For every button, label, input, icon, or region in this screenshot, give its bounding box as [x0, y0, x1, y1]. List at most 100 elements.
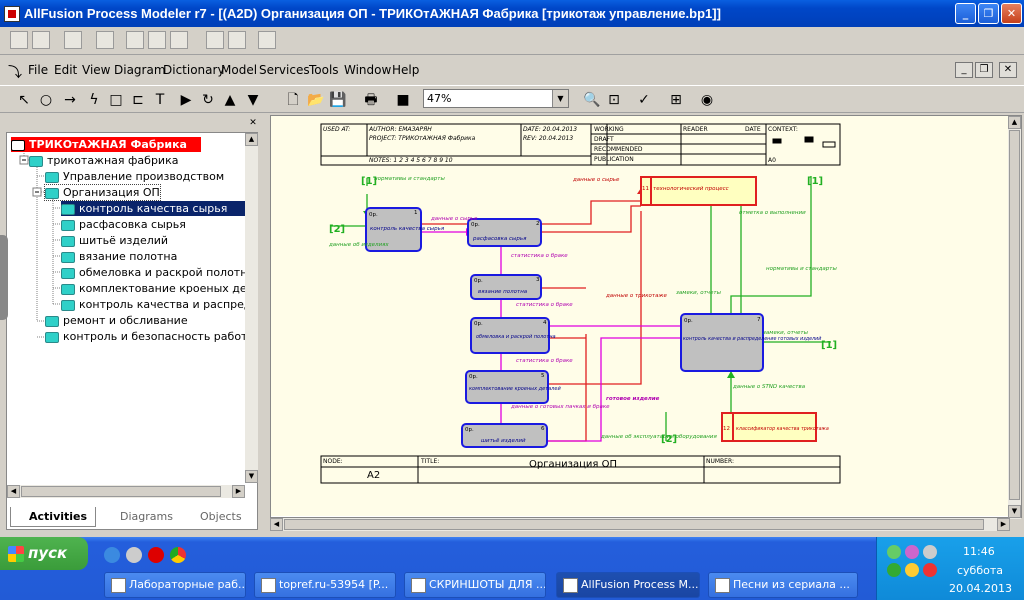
clock-time[interactable]: 11:46 [963, 545, 995, 558]
splitter-handle[interactable] [0, 235, 8, 320]
desktop-icon[interactable] [126, 547, 142, 563]
activity-box[interactable]: 0р. комплектование кроеных деталей 5 [465, 370, 561, 404]
tree-item-selected[interactable]: контроль качества сырья [61, 201, 245, 216]
menu-dictionary[interactable]: Dictionary [163, 63, 225, 77]
reference-box[interactable]: 12 классификатор качества трикотажа [721, 412, 829, 442]
text-icon[interactable]: T [150, 90, 170, 110]
taskbar-item[interactable]: topref.ru-53954 [P... [254, 572, 396, 598]
zoom-fit-icon[interactable]: ⊡ [604, 90, 624, 110]
close-panel-icon[interactable]: ✕ [248, 118, 258, 128]
scroll-down-icon[interactable]: ▼ [1008, 505, 1021, 518]
tray-icon[interactable] [905, 563, 919, 577]
pointer-icon[interactable]: ↖ [14, 90, 34, 110]
rotate-icon[interactable]: ↻ [198, 90, 218, 110]
mdi-restore-button[interactable]: ❐ [975, 62, 993, 78]
go-down-icon[interactable]: ▼ [243, 90, 263, 110]
doc-icon[interactable]: ⤵ [8, 62, 22, 82]
squiggle-icon[interactable]: ϟ [84, 90, 104, 110]
opera-icon[interactable] [148, 547, 164, 563]
settings-icon[interactable] [228, 31, 246, 49]
close-button[interactable]: ✕ [1001, 3, 1022, 24]
menu-diagram[interactable]: Diagram [114, 63, 166, 77]
tab-activities[interactable]: Activities [10, 507, 96, 527]
scroll-left-icon[interactable]: ◀ [270, 518, 283, 531]
taskbar-item-active[interactable]: AllFusion Process M... [556, 572, 700, 598]
taskbar-item[interactable]: Песни из сериала ... [708, 572, 858, 598]
tree-root[interactable]: ТРИКОтАЖНАЯ Фабрика [11, 137, 201, 152]
activity-box[interactable]: 0р. обмеловка и раскрой полотна 4 [470, 317, 556, 354]
model-icon[interactable] [10, 31, 28, 49]
tree-item[interactable]: расфасовка сырья [61, 217, 186, 232]
menu-services[interactable]: Services [259, 63, 310, 77]
tree-item[interactable]: ремонт и обсливание [45, 313, 188, 328]
color-icon[interactable]: ■ [393, 90, 413, 110]
menu-help[interactable]: Help [392, 63, 419, 77]
model-icon[interactable] [170, 31, 188, 49]
diagram-canvas[interactable]: USED AT: AUTHOR: ЕМАЗАРЯН PROJECT: ТРИКО… [271, 116, 1009, 516]
arrow-icon[interactable]: → [60, 90, 80, 110]
mdi-close-button[interactable]: ✕ [999, 62, 1017, 78]
menu-tools[interactable]: Tools [309, 63, 339, 77]
scroll-up-icon[interactable]: ▲ [245, 133, 258, 146]
ie-icon[interactable] [104, 547, 120, 563]
canvas-vertical-scrollbar[interactable]: ▲ ▼ [1008, 116, 1021, 519]
ellipse-icon[interactable]: ○ [36, 90, 56, 110]
tree-item[interactable]: Организация ОП [44, 184, 161, 201]
scroll-thumb[interactable] [21, 486, 221, 497]
off-page-icon[interactable]: ⊏ [128, 90, 148, 110]
scroll-up-icon[interactable]: ▲ [1008, 116, 1021, 129]
mdi-minimize-button[interactable]: _ [955, 62, 973, 78]
model-icon[interactable] [126, 31, 144, 49]
chevron-down-icon[interactable]: ▼ [552, 90, 568, 107]
model-icon[interactable] [96, 31, 114, 49]
spelling-icon[interactable]: ✓ [634, 90, 654, 110]
tree-item[interactable]: Управление производством [45, 169, 224, 184]
tree-item[interactable]: контроль качества и распреде [61, 297, 245, 312]
tree-icon[interactable]: ⊞ [666, 90, 686, 110]
taskbar-item[interactable]: СКРИНШОТЫ ДЛЯ ... [404, 572, 546, 598]
scroll-thumb[interactable] [1009, 130, 1020, 500]
lock-icon[interactable] [64, 31, 82, 49]
print-icon[interactable]: 🖶 [361, 90, 381, 110]
menu-window[interactable]: Window [344, 63, 391, 77]
model-icon[interactable] [206, 31, 224, 49]
tray-icon[interactable] [905, 545, 919, 559]
scroll-down-icon[interactable]: ▼ [245, 470, 258, 483]
taskbar-item[interactable]: Лабораторные раб... [104, 572, 246, 598]
go-up-icon[interactable]: ▲ [220, 90, 240, 110]
menu-view[interactable]: View [82, 63, 110, 77]
globe-icon[interactable]: ◉ [697, 90, 717, 110]
reference-box[interactable]: 11 технологический процесс [640, 176, 757, 206]
menu-file[interactable]: File [28, 63, 48, 77]
tray-icon[interactable] [923, 563, 937, 577]
tree-item[interactable]: контроль и безопасность работ [45, 329, 245, 344]
tray-icon[interactable] [887, 563, 901, 577]
scroll-right-icon[interactable]: ▶ [997, 518, 1010, 531]
open-icon[interactable]: 📂 [306, 90, 326, 110]
zoom-icon[interactable]: 🔍 [582, 90, 602, 110]
tree-item[interactable]: шитьё изделий [61, 233, 168, 248]
tree-item[interactable]: вязание полотна [61, 249, 177, 264]
new-icon[interactable]: 🗋 [283, 90, 303, 110]
go-child-icon[interactable]: ▶ [176, 90, 196, 110]
chrome-icon[interactable] [170, 547, 186, 563]
canvas-horizontal-scrollbar[interactable]: ◀ ▶ [270, 518, 1010, 531]
activity-box[interactable]: 0р. вязание полотна 3 [470, 274, 542, 300]
scroll-left-icon[interactable]: ◀ [7, 485, 20, 498]
start-button[interactable]: пуск [0, 537, 88, 570]
maximize-button[interactable]: ❐ [978, 3, 999, 24]
tree-horizontal-scrollbar[interactable]: ◀ ▶ [7, 485, 245, 498]
scroll-right-icon[interactable]: ▶ [232, 485, 245, 498]
tray-icon[interactable] [923, 545, 937, 559]
zoom-select[interactable]: 47% ▼ [423, 89, 569, 108]
model-icon[interactable] [32, 31, 50, 49]
tab-diagrams[interactable]: Diagrams [102, 507, 180, 527]
tree-item[interactable]: трикотажная фабрика [29, 153, 178, 168]
tree-vertical-scrollbar[interactable]: ▲ ▼ [245, 133, 258, 483]
minimize-button[interactable]: _ [955, 3, 976, 24]
tree-item[interactable]: комплектование кроеных дета [61, 281, 245, 296]
save-icon[interactable]: 💾 [328, 90, 348, 110]
tree-item[interactable]: обмеловка и раскрой полотна [61, 265, 245, 280]
menu-edit[interactable]: Edit [54, 63, 77, 77]
model-icon[interactable] [148, 31, 166, 49]
